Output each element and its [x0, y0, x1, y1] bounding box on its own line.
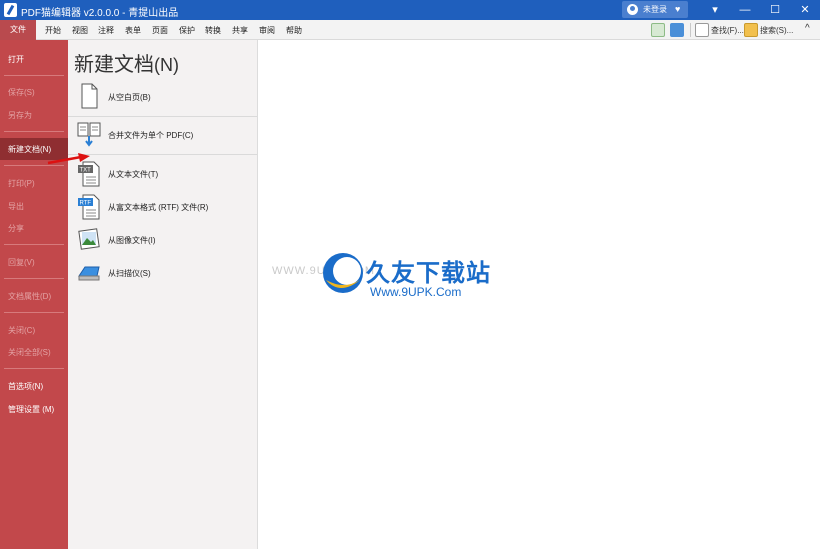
watermark-url-text: Www.9UPK.Com [370, 285, 462, 299]
option-label: 合并文件为单个 PDF(C) [108, 131, 194, 140]
sidebar-item-reply[interactable]: 回复(V) [8, 257, 35, 268]
menu-help[interactable]: 帮助 [286, 25, 302, 36]
sidebar-item-print[interactable]: 打印(P) [8, 178, 35, 189]
sidebar-item-manage-settings[interactable]: 管理设置 (M) [8, 404, 54, 415]
menu-share[interactable]: 共享 [232, 25, 248, 36]
option-label: 从文本文件(T) [108, 170, 159, 179]
option-label: 从扫描仪(S) [108, 269, 151, 278]
menu-convert[interactable]: 转换 [205, 25, 221, 36]
svg-text:TXT: TXT [80, 168, 92, 174]
minimize-button[interactable]: — [736, 2, 754, 18]
blank-page-icon [81, 83, 98, 109]
sidebar-item-export[interactable]: 导出 [8, 201, 24, 212]
option-merge-files[interactable]: 合并文件为单个 PDF(C) [74, 120, 254, 150]
scanner-icon [78, 266, 100, 281]
panel-title-text: 新建文档 [74, 54, 154, 76]
menu-review[interactable]: 审阅 [259, 25, 275, 36]
annotation-arrow-icon [47, 153, 90, 165]
watermark: WWW.9UPK.COM 久友下载站 Www.9UPK.Com [272, 228, 523, 321]
sidebar-divider [4, 368, 64, 369]
heart-icon: ♥ [675, 4, 681, 14]
menubar-divider [690, 23, 691, 37]
login-button[interactable]: 未登录 ♥ [622, 1, 688, 18]
sidebar-item-close[interactable]: 关闭(C) [8, 325, 35, 336]
sidebar-item-close-all[interactable]: 关闭全部(S) [8, 347, 51, 358]
new-document-panel: 新建文档(N) 从空白页(B) 合并文件为单个 PDF(C) TXT 从文本文件… [68, 40, 258, 549]
panel-divider [68, 116, 257, 117]
search-folder-icon[interactable] [744, 23, 758, 37]
image-file-icon [78, 228, 100, 250]
app-logo-icon [4, 3, 17, 17]
watermark-logo-icon [323, 253, 363, 293]
search-button[interactable]: 搜索(S)... [760, 25, 793, 36]
login-label: 未登录 [643, 5, 667, 14]
menu-view[interactable]: 视图 [72, 25, 88, 36]
merge-files-icon [77, 122, 101, 147]
menu-comment[interactable]: 注释 [98, 25, 114, 36]
find-icon[interactable] [695, 23, 709, 37]
find-button[interactable]: 查找(F)... [711, 25, 744, 36]
option-label: 从空白页(B) [108, 93, 151, 102]
option-blank-page[interactable]: 从空白页(B) [74, 82, 254, 112]
translate-icon[interactable] [670, 23, 684, 37]
sidebar-divider [4, 244, 64, 245]
sidebar-divider [4, 312, 64, 313]
sidebar-item-open[interactable]: 打开 [8, 54, 24, 65]
rtf-file-icon: RTF [78, 194, 100, 220]
sidebar-divider [4, 75, 64, 76]
sidebar-item-save[interactable]: 保存(S) [8, 87, 35, 98]
collapse-ribbon-icon[interactable]: ^ [805, 23, 810, 34]
menu-protect[interactable]: 保护 [179, 25, 195, 36]
sidebar-divider [4, 131, 64, 132]
menu-file[interactable]: 文件 [0, 20, 36, 40]
ribbon-options-button[interactable]: ▾ [706, 2, 724, 18]
menu-home[interactable]: 开始 [45, 25, 61, 36]
svg-text:RTF: RTF [80, 201, 92, 207]
menu-bar: 文件 开始 视图 注释 表单 页面 保护 转换 共享 审阅 帮助 查找(F)..… [0, 20, 820, 40]
watermark-brand-text: 久友下载站 [366, 260, 491, 287]
panel-title-accel: (N) [154, 55, 179, 75]
panel-title: 新建文档(N) [74, 48, 179, 77]
sidebar-divider [4, 278, 64, 279]
close-button[interactable]: ✕ [796, 2, 814, 18]
sidebar-item-document-properties[interactable]: 文档属性(D) [8, 291, 51, 302]
option-label: 从富文本格式 (RTF) 文件(R) [108, 203, 209, 212]
maximize-button[interactable]: ☐ [766, 2, 784, 18]
option-from-text-file[interactable]: TXT 从文本文件(T) [74, 159, 254, 189]
sidebar-item-share[interactable]: 分享 [8, 223, 24, 234]
option-from-rtf-file[interactable]: RTF 从富文本格式 (RTF) 文件(R) [74, 192, 254, 222]
sidebar-item-preferences[interactable]: 首选项(N) [8, 381, 43, 392]
title-bar: PDF猫编辑器 v2.0.0.0 - 青提山出品 未登录 ♥ ▾ — ☐ ✕ [0, 0, 820, 20]
menu-page[interactable]: 页面 [152, 25, 168, 36]
option-label: 从图像文件(I) [108, 236, 156, 245]
window-title: PDF猫编辑器 v2.0.0.0 - 青提山出品 [21, 8, 179, 19]
option-from-scanner[interactable]: 从扫描仪(S) [74, 258, 254, 288]
user-icon [627, 4, 638, 15]
sidebar-item-save-as[interactable]: 另存为 [8, 110, 32, 121]
fullscreen-icon[interactable] [651, 23, 665, 37]
backstage-sidebar: 打开 保存(S) 另存为 新建文档(N) 打印(P) 导出 分享 回复(V) 文… [0, 40, 68, 549]
menu-form[interactable]: 表单 [125, 25, 141, 36]
panel-divider [68, 154, 257, 155]
option-from-image-file[interactable]: 从图像文件(I) [74, 225, 254, 255]
